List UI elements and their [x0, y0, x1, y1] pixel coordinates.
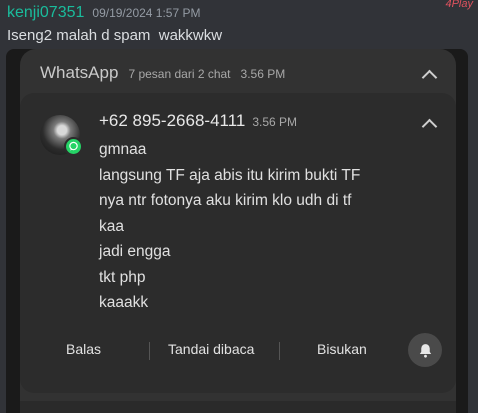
sender-row: +62 895-2668-4111 3.56 PM — [99, 111, 297, 131]
post-timestamp: 09/19/2024 1:57 PM — [92, 6, 201, 20]
screenshot-attachment[interactable]: WhatsApp 7 pesan dari 2 chat 3.56 PM +62… — [6, 49, 468, 413]
app-time: 3.56 PM — [240, 67, 286, 81]
next-notification-edge — [20, 401, 456, 413]
app-name: WhatsApp — [40, 63, 119, 82]
message-line: kaa — [99, 217, 124, 235]
watermark: 4Play — [445, 0, 473, 10]
divider — [149, 342, 150, 360]
sender-number: +62 895-2668-4111 — [99, 111, 246, 130]
notification-panel: WhatsApp 7 pesan dari 2 chat 3.56 PM +62… — [20, 49, 456, 413]
message-line: gmnaa — [99, 141, 147, 158]
app-header: WhatsApp 7 pesan dari 2 chat 3.56 PM — [40, 63, 285, 83]
mark-read-button[interactable]: Tandai dibaca — [168, 341, 254, 357]
message-line: kaaakk — [99, 294, 149, 311]
message-time: 3.56 PM — [252, 115, 298, 129]
message-line: tkt php — [99, 268, 146, 286]
chevron-up-icon[interactable] — [421, 118, 438, 135]
message-list: gmnaa langsung TF aja abis itu kirim buk… — [99, 137, 360, 316]
reply-button[interactable]: Balas — [66, 341, 101, 357]
post-header: kenji07351 09/19/2024 1:57 PM — [7, 4, 201, 24]
message-line: jadi engga — [99, 243, 171, 260]
notification-actions: Balas Tandai dibaca Bisukan — [20, 333, 456, 369]
username[interactable]: kenji07351 — [7, 4, 84, 22]
chevron-up-icon[interactable] — [421, 69, 438, 86]
notification-card[interactable]: +62 895-2668-4111 3.56 PM gmnaa langsung… — [20, 93, 456, 393]
message-line: nya ntr fotonya aku kirim klo udh di tf — [99, 192, 352, 209]
post-message: Iseng2 malah d spam wakkwkw — [7, 27, 223, 44]
app-info: 7 pesan dari 2 chat — [128, 67, 231, 81]
bell-icon[interactable] — [408, 333, 442, 367]
whatsapp-icon — [64, 137, 83, 156]
message-line: langsung TF aja abis itu kirim bukti TF — [99, 166, 361, 184]
mute-button[interactable]: Bisukan — [317, 341, 367, 357]
divider — [279, 342, 280, 360]
